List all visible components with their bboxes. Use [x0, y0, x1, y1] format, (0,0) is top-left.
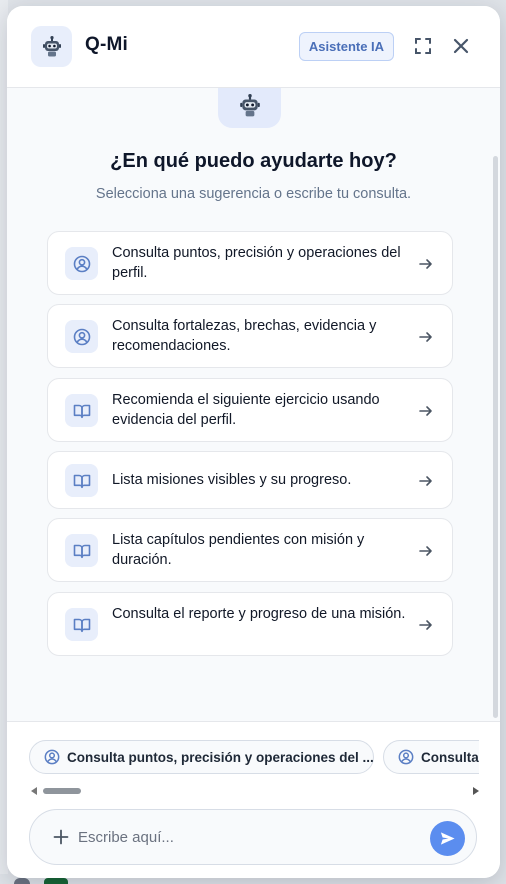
suggestion-card[interactable]: Consulta puntos, precisión y operaciones… — [47, 231, 453, 295]
suggestion-card[interactable]: Consulta el reporte y progreso de una mi… — [47, 592, 453, 656]
suggestion-text: Lista misiones visibles y su progreso. — [112, 472, 352, 488]
arrow-right-icon — [418, 256, 434, 272]
chat-panel: Q-Mi Asistente IA ¿En qué puedo ayudarte… — [7, 6, 500, 878]
arrow-right-icon — [418, 329, 434, 345]
background-element — [44, 878, 68, 884]
plus-icon[interactable] — [50, 826, 72, 848]
suggestion-text: Recomienda el siguiente ejercicio usando… — [112, 392, 380, 428]
quick-chip[interactable]: Consulta puntos, precisión y operaciones… — [29, 740, 374, 774]
arrow-right-icon — [418, 617, 434, 633]
suggestion-text: Consulta fortalezas, brechas, evidencia … — [112, 318, 377, 354]
welcome-subline: Selecciona una sugerencia o escribe tu c… — [95, 186, 412, 202]
welcome-headline: ¿En qué puedo ayudarte hoy? — [110, 150, 397, 172]
suggestion-card[interactable]: Consulta fortalezas, brechas, evidencia … — [47, 304, 453, 368]
ai-assistant-badge: Asistente IA — [299, 32, 394, 61]
user-circle-icon — [44, 749, 60, 765]
expand-icon[interactable] — [411, 34, 435, 58]
send-button[interactable] — [430, 821, 465, 856]
chat-footer: Consulta puntos, precisión y operaciones… — [7, 721, 500, 878]
book-open-icon — [65, 534, 98, 567]
book-open-icon — [65, 608, 98, 641]
horizontal-scrollbar[interactable] — [29, 784, 479, 798]
quick-chips-row: Consulta puntos, precisión y operaciones… — [29, 740, 479, 776]
scroll-right-arrow[interactable] — [473, 787, 479, 795]
vertical-scrollbar[interactable] — [493, 156, 498, 718]
suggestion-text: Consulta el reporte y progreso de una mi… — [112, 606, 406, 622]
quick-chip-label: Consulta — [421, 749, 479, 765]
arrow-right-icon — [418, 543, 434, 559]
arrow-right-icon — [418, 473, 434, 489]
robot-icon — [218, 88, 281, 128]
user-circle-icon — [65, 320, 98, 353]
scrollbar-thumb[interactable] — [43, 788, 81, 794]
quick-chip[interactable]: Consulta — [383, 740, 479, 774]
app-title: Q-Mi — [85, 34, 129, 55]
suggestion-card[interactable]: Lista capítulos pendientes con misión y … — [47, 518, 453, 582]
send-icon — [440, 832, 455, 845]
chat-content: ¿En qué puedo ayudarte hoy? Selecciona u… — [7, 88, 500, 721]
arrow-right-icon — [418, 403, 434, 419]
scroll-left-arrow[interactable] — [31, 787, 37, 795]
message-composer — [29, 809, 477, 865]
background-element — [14, 878, 30, 884]
message-input[interactable] — [78, 820, 418, 854]
suggestion-card[interactable]: Recomienda el siguiente ejercicio usando… — [47, 378, 453, 442]
user-circle-icon — [398, 749, 414, 765]
suggestion-card[interactable]: Lista misiones visibles y su progreso. — [47, 451, 453, 509]
chat-header: Q-Mi Asistente IA — [7, 6, 500, 88]
user-circle-icon — [65, 247, 98, 280]
suggestion-text: Consulta puntos, precisión y operaciones… — [112, 245, 401, 281]
book-open-icon — [65, 464, 98, 497]
quick-chip-label: Consulta puntos, precisión y operaciones… — [67, 749, 374, 765]
robot-icon — [31, 26, 72, 67]
close-icon[interactable] — [449, 34, 473, 58]
suggestion-text: Lista capítulos pendientes con misión y … — [112, 532, 365, 568]
book-open-icon — [65, 394, 98, 427]
